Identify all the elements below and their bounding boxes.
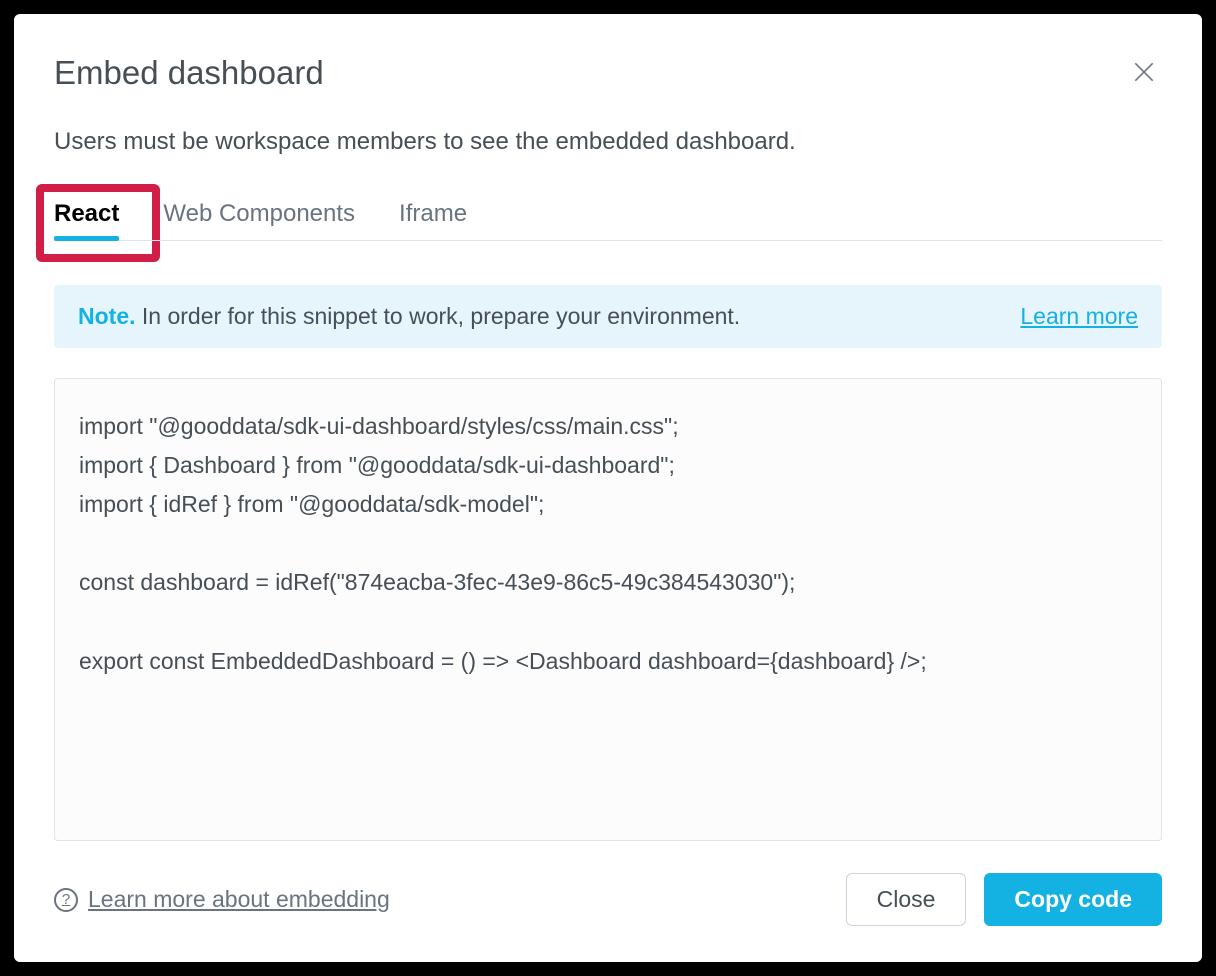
learn-embedding-link[interactable]: ? Learn more about embedding (54, 886, 390, 913)
help-icon: ? (54, 888, 78, 912)
dialog-title: Embed dashboard (54, 54, 324, 92)
copy-code-button[interactable]: Copy code (984, 873, 1162, 926)
close-icon[interactable] (1126, 54, 1162, 90)
code-snippet[interactable]: import "@gooddata/sdk-ui-dashboard/style… (54, 378, 1162, 841)
embed-dashboard-dialog: Embed dashboard Users must be workspace … (14, 14, 1202, 962)
note-prefix: Note. (78, 303, 136, 329)
tabs: React Web Components Iframe (54, 200, 1162, 241)
tab-react[interactable]: React (54, 200, 119, 240)
tabs-wrap: React Web Components Iframe (54, 200, 1162, 241)
close-button[interactable]: Close (846, 873, 967, 926)
note-text: Note. In order for this snippet to work,… (78, 303, 740, 330)
note-bar: Note. In order for this snippet to work,… (54, 285, 1162, 348)
learn-embedding-label: Learn more about embedding (88, 886, 390, 913)
note-body: In order for this snippet to work, prepa… (136, 303, 741, 329)
tab-web-components[interactable]: Web Components (163, 200, 355, 240)
tab-iframe[interactable]: Iframe (399, 200, 467, 240)
dialog-footer: ? Learn more about embedding Close Copy … (54, 873, 1162, 926)
footer-buttons: Close Copy code (846, 873, 1162, 926)
dialog-header: Embed dashboard (54, 54, 1162, 92)
learn-more-link[interactable]: Learn more (1020, 303, 1138, 330)
dialog-subtitle: Users must be workspace members to see t… (54, 128, 1162, 156)
